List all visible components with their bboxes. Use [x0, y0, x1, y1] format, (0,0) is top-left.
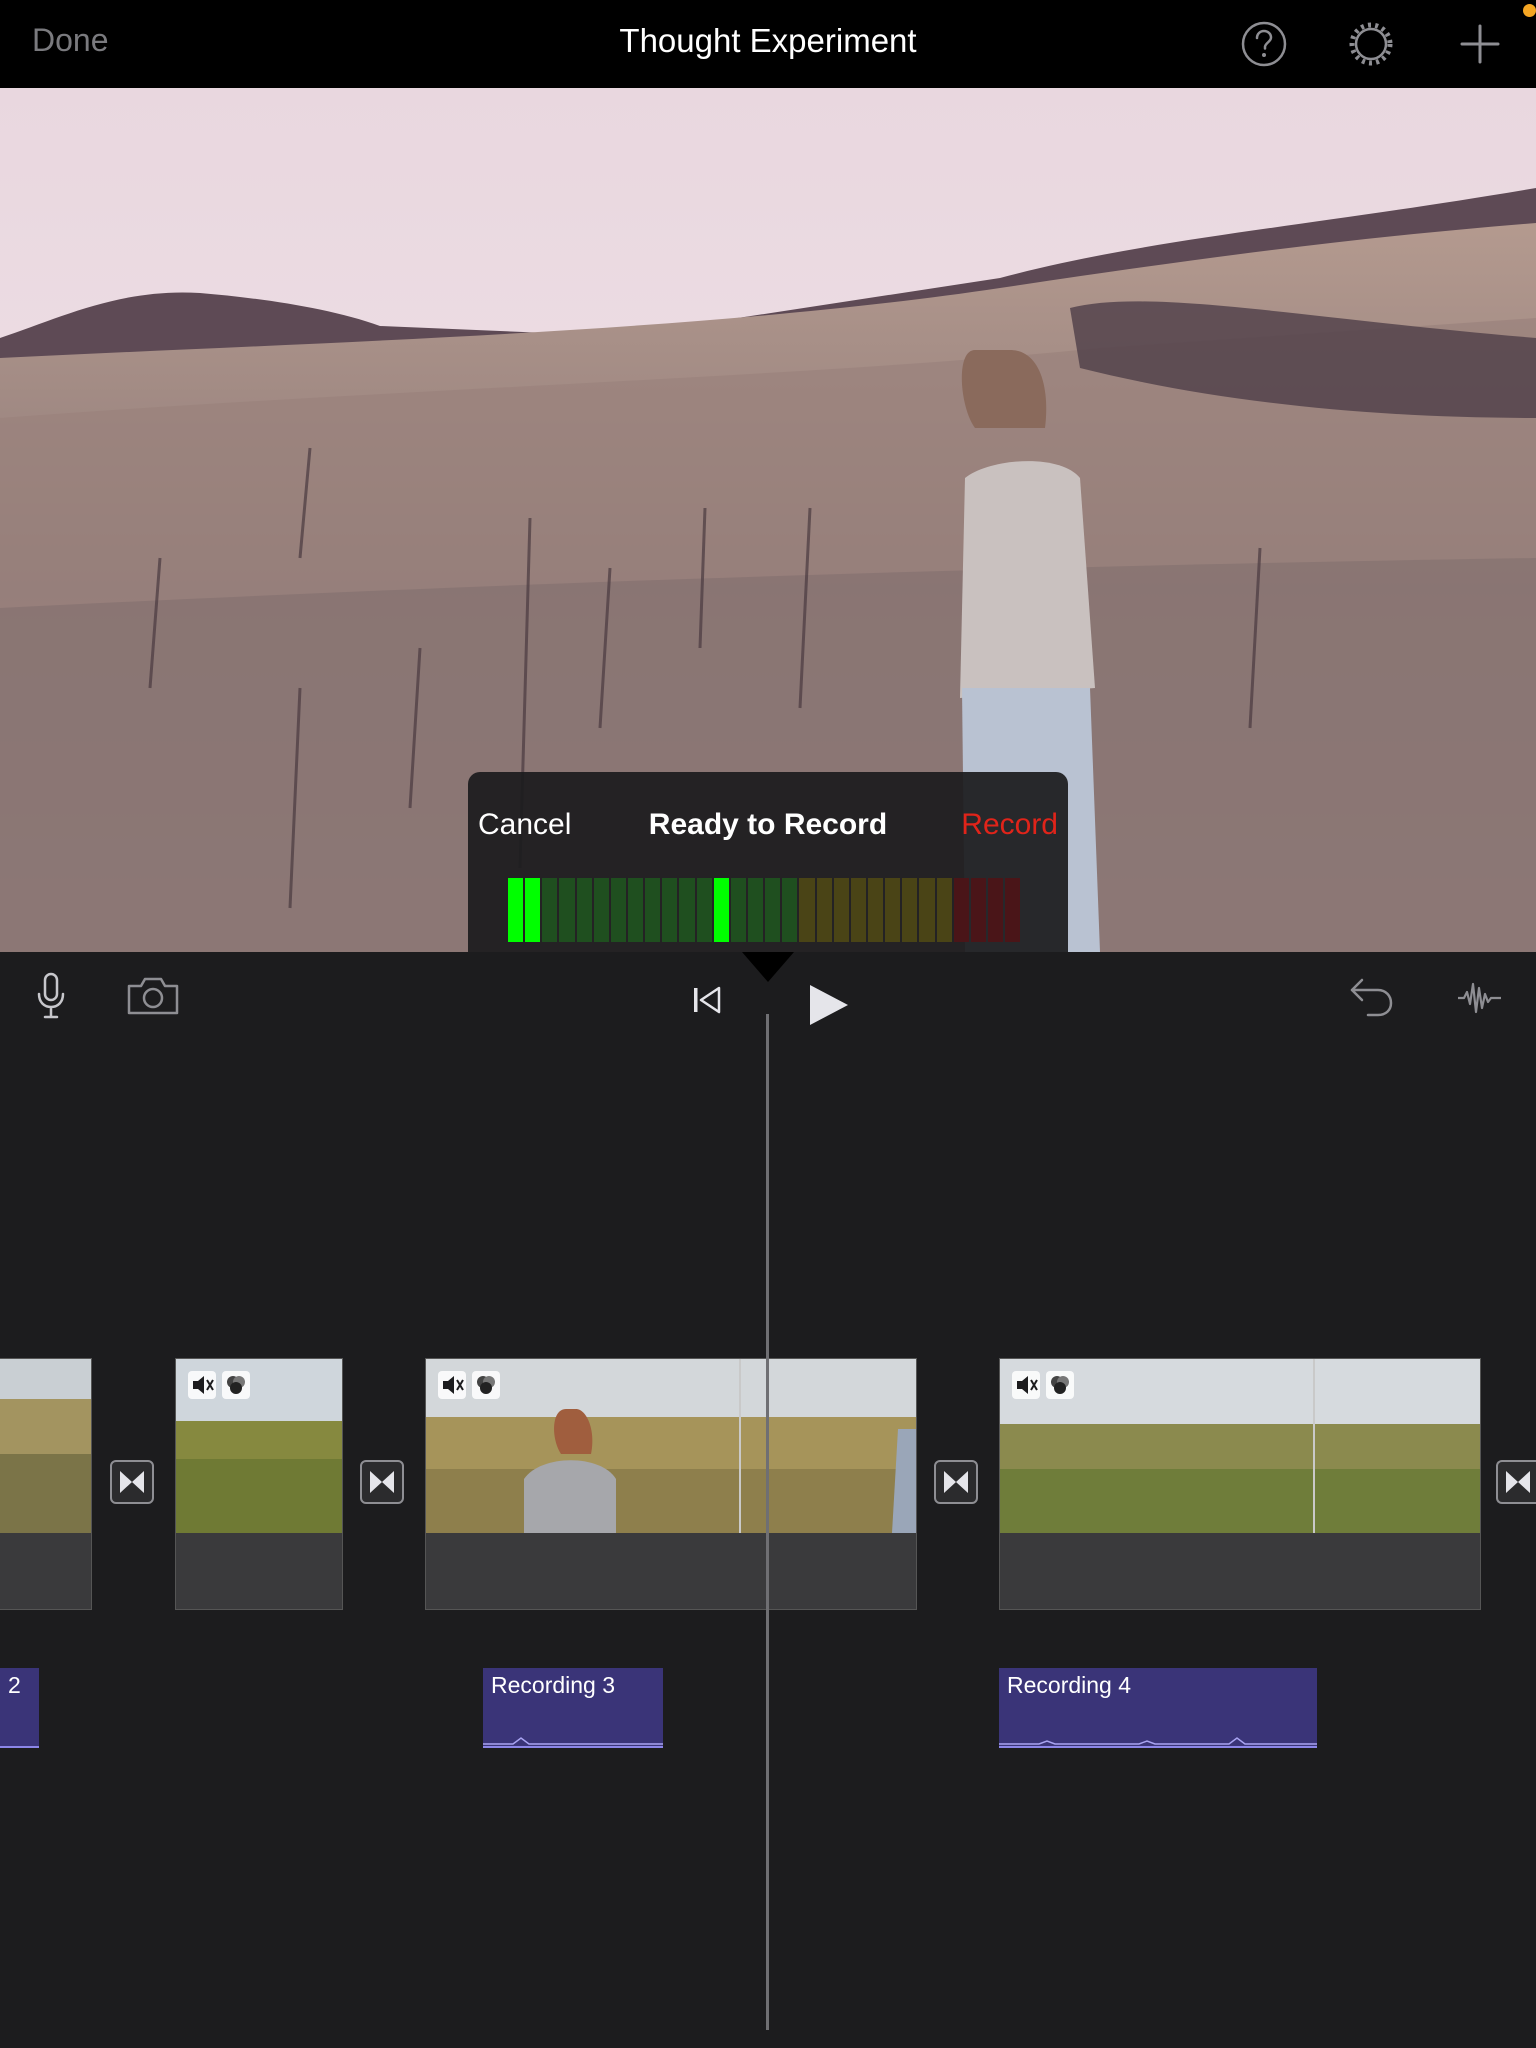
meter-segment [987, 878, 1004, 942]
meter-segment [970, 878, 986, 942]
meter-segment [765, 878, 781, 942]
audio-clip[interactable]: Recording 4 [999, 1668, 1317, 1748]
video-clip[interactable] [999, 1358, 1481, 1610]
meter-segment [576, 878, 592, 942]
microphone-icon [37, 972, 65, 1019]
meter-segment [816, 878, 832, 942]
meter-segment [919, 878, 935, 942]
video-clip[interactable] [0, 1358, 92, 1610]
meter-segment [1005, 878, 1021, 942]
audio-clip[interactable]: 2 [0, 1668, 39, 1748]
meter-segment [902, 878, 918, 942]
waveform-icon [1458, 982, 1501, 1014]
playhead-pointer [742, 952, 794, 982]
audio-clip-label: 2 [8, 1672, 21, 1698]
transition-button[interactable] [934, 1460, 978, 1504]
meter-segment [696, 878, 712, 942]
play-button[interactable] [806, 982, 850, 1033]
muted-badge [1012, 1371, 1040, 1399]
meter-segment [610, 878, 626, 942]
clip-thumbnail [0, 1359, 91, 1533]
meter-segment [713, 878, 729, 942]
transition-icon [120, 1471, 144, 1493]
audio-clip-label: Recording 3 [491, 1672, 616, 1698]
meter-segment [645, 878, 661, 942]
video-clip[interactable] [175, 1358, 343, 1610]
undo-button[interactable] [1348, 976, 1394, 1023]
record-button[interactable]: Record [961, 808, 1058, 842]
camera-button[interactable] [126, 976, 180, 1021]
meter-segment [850, 878, 866, 942]
skip-to-start-icon [694, 986, 721, 1014]
transition-icon [370, 1471, 394, 1493]
filter-badge [222, 1371, 250, 1399]
help-button[interactable] [1240, 20, 1288, 68]
camera-icon [127, 977, 179, 1015]
filter-badge [1046, 1371, 1074, 1399]
meter-segment [936, 878, 952, 942]
transition-icon [944, 1471, 968, 1493]
filter-icon [1051, 1376, 1069, 1394]
playhead-line[interactable] [766, 1014, 769, 2030]
speaker-muted-icon [443, 1376, 464, 1394]
meter-segment [679, 878, 695, 942]
transition-button[interactable] [110, 1460, 154, 1504]
meter-segment [833, 878, 849, 942]
filter-icon [477, 1376, 495, 1394]
meter-segment [953, 878, 969, 942]
skip-to-start-button[interactable] [692, 984, 722, 1021]
muted-badge [438, 1371, 466, 1399]
add-media-button[interactable] [1456, 20, 1504, 68]
question-circle-icon [1241, 21, 1287, 67]
audio-waveform-button[interactable] [1456, 978, 1504, 1023]
meter-segment [782, 878, 798, 942]
meter-segment [525, 878, 541, 942]
transition-button[interactable] [360, 1460, 404, 1504]
muted-badge [188, 1371, 216, 1399]
meter-segment [747, 878, 764, 942]
meter-segment [867, 878, 884, 942]
play-icon [810, 985, 848, 1025]
audio-level-meter [508, 878, 1021, 942]
audio-waveform [999, 1737, 1317, 1745]
audio-clip[interactable]: Recording 3 [483, 1668, 663, 1748]
project-title: Thought Experiment [619, 22, 917, 59]
meter-segment [799, 878, 815, 942]
plus-icon [1460, 24, 1500, 64]
settings-button[interactable] [1347, 20, 1395, 68]
meter-segment [559, 878, 575, 942]
transition-icon [1506, 1471, 1530, 1493]
gear-icon [1349, 22, 1393, 66]
undo-icon [1350, 978, 1393, 1017]
meter-segment [593, 878, 609, 942]
filter-icon [227, 1376, 245, 1394]
voiceover-record-panel: Cancel Ready to Record Record [468, 772, 1068, 952]
transition-button[interactable] [1496, 1460, 1536, 1504]
speaker-muted-icon [1017, 1376, 1038, 1394]
voiceover-button[interactable] [36, 972, 66, 1025]
audio-waveform [483, 1737, 663, 1745]
meter-segment [508, 878, 524, 942]
video-clip[interactable] [425, 1358, 917, 1610]
audio-clip-label: Recording 4 [1007, 1672, 1132, 1698]
meter-segment [627, 878, 644, 942]
meter-segment [885, 878, 901, 942]
notification-dot [1523, 4, 1536, 17]
filter-badge [472, 1371, 500, 1399]
meter-segment [662, 878, 678, 942]
meter-segment [730, 878, 746, 942]
speaker-muted-icon [193, 1376, 214, 1394]
meter-segment [542, 878, 558, 942]
